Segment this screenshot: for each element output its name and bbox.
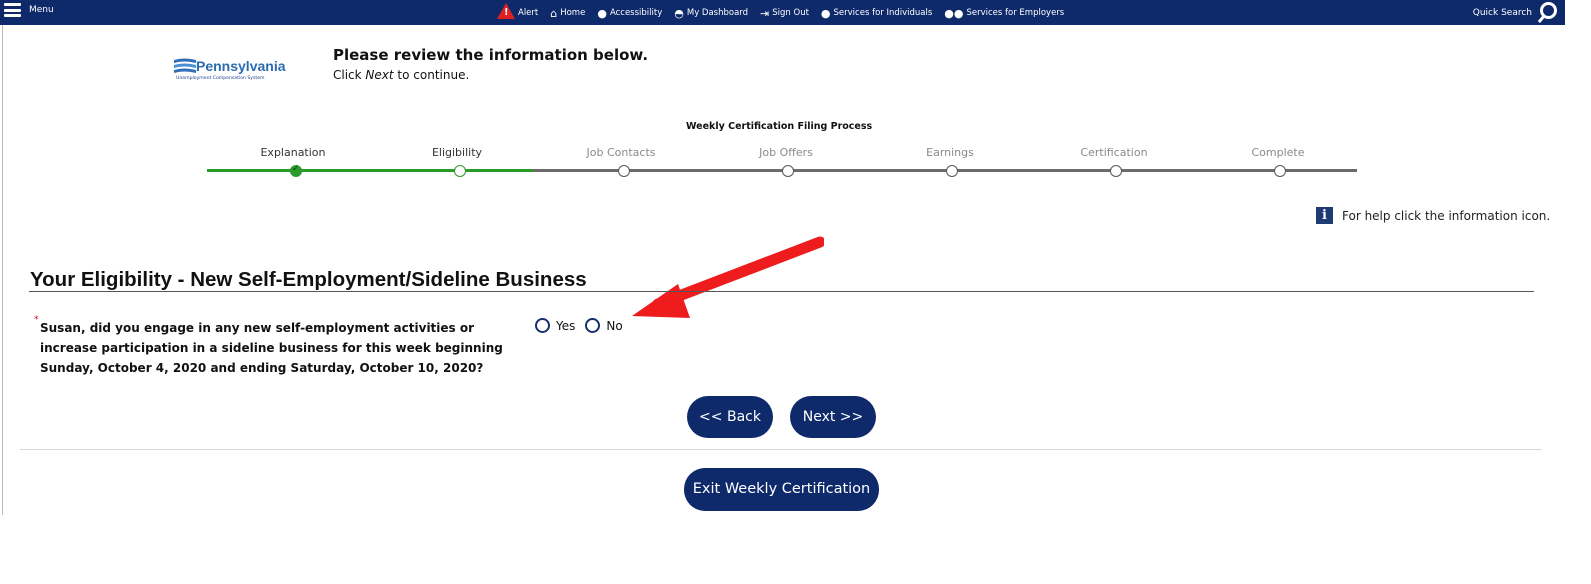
nav-alert[interactable]: Alert — [497, 3, 539, 21]
button-divider — [20, 449, 1542, 450]
search-icon — [1540, 2, 1557, 19]
exit-weekly-certification-button[interactable]: Exit Weekly Certification — [684, 468, 879, 511]
sign-out-icon: ⇥ — [760, 6, 770, 20]
quick-search-label: Quick Search — [1472, 7, 1532, 18]
nav-accessibility[interactable]: ● Accessibility — [597, 8, 662, 19]
step-node-complete — [1274, 165, 1286, 177]
answer-radio-group: Yes No — [535, 318, 633, 333]
step-label-earnings: Earnings — [926, 146, 974, 159]
nav-services-employers-label: Services for Employers — [966, 8, 1065, 18]
radio-yes[interactable] — [535, 318, 550, 333]
nav-links: Alert ⌂ Home ● Accessibility ◓ My Dashbo… — [497, 3, 1064, 21]
subtitle-emphasis: Next — [365, 68, 394, 82]
step-node-earnings — [946, 165, 958, 177]
progress-track-pending — [533, 169, 1357, 172]
radio-yes-label[interactable]: Yes — [556, 319, 575, 333]
section-divider — [29, 291, 1534, 292]
nav-sign-out[interactable]: ⇥ Sign Out — [760, 8, 809, 19]
nav-sign-out-label: Sign Out — [772, 8, 809, 18]
pennsylvania-logo: Pennsylvania Unemployment Compensation S… — [170, 56, 310, 86]
information-icon[interactable]: i — [1316, 207, 1333, 224]
next-button[interactable]: Next >> — [790, 396, 876, 438]
group-icon: ●● — [944, 6, 964, 20]
person-icon: ● — [820, 6, 831, 20]
red-arrow-annotation — [632, 236, 824, 318]
progress-title: Weekly Certification Filing Process — [686, 121, 873, 132]
menu-button[interactable]: Menu — [4, 3, 54, 17]
quick-search[interactable]: Quick Search — [1472, 2, 1557, 21]
step-label-job-contacts: Job Contacts — [586, 146, 656, 159]
menu-label: Menu — [29, 5, 54, 15]
eligibility-question: Susan, did you engage in any new self-em… — [40, 321, 503, 375]
step-label-complete: Complete — [1251, 146, 1305, 159]
step-label-eligibility: Eligibility — [431, 146, 483, 159]
help-text: For help click the information icon. — [1342, 209, 1551, 223]
required-marker: * — [34, 315, 39, 325]
top-nav-bar: Menu Alert ⌂ Home ● Accessibility ◓ My D… — [0, 0, 1565, 25]
back-button[interactable]: << Back — [687, 396, 773, 438]
progress-track-done — [207, 169, 533, 172]
subtitle-suffix: to continue. — [393, 68, 470, 82]
page-title: Please review the information below. — [333, 46, 649, 64]
radio-no-label[interactable]: No — [606, 319, 622, 333]
logo-name: Pennsylvania — [196, 58, 286, 74]
hamburger-icon — [4, 3, 21, 17]
logo-stripes-icon — [174, 58, 196, 73]
step-node-certification — [1110, 165, 1122, 177]
nav-services-employers[interactable]: ●● Services for Employers — [944, 8, 1064, 19]
step-label-explanation: Explanation — [260, 146, 326, 159]
subtitle-prefix: Click — [333, 68, 366, 82]
nav-home[interactable]: ⌂ Home — [550, 8, 585, 19]
step-node-job-contacts — [618, 165, 630, 177]
home-icon: ⌂ — [550, 6, 558, 20]
alert-icon — [497, 3, 515, 19]
step-label-job-offers: Job Offers — [759, 146, 813, 159]
nav-services-individuals-label: Services for Individuals — [833, 8, 933, 18]
left-border — [2, 25, 3, 515]
dashboard-icon: ◓ — [674, 6, 684, 20]
page-subtitle: Click Next to continue. — [333, 68, 469, 82]
step-node-explanation — [290, 164, 302, 177]
logo-subtitle: Unemployment Compensation System — [176, 76, 265, 81]
nav-services-individuals[interactable]: ● Services for Individuals — [821, 8, 932, 19]
step-node-eligibility — [454, 165, 466, 177]
accessibility-icon: ● — [597, 6, 607, 20]
section-title: Your Eligibility - New Self-Employment/S… — [30, 268, 587, 291]
step-label-certification: Certification — [1080, 146, 1148, 159]
nav-home-label: Home — [560, 8, 586, 18]
nav-accessibility-label: Accessibility — [609, 8, 663, 18]
radio-no[interactable] — [585, 318, 601, 333]
step-node-job-offers — [782, 165, 794, 177]
nav-dashboard-label: My Dashboard — [686, 8, 749, 18]
nav-alert-label: Alert — [518, 8, 539, 18]
nav-dashboard[interactable]: ◓ My Dashboard — [674, 8, 748, 19]
